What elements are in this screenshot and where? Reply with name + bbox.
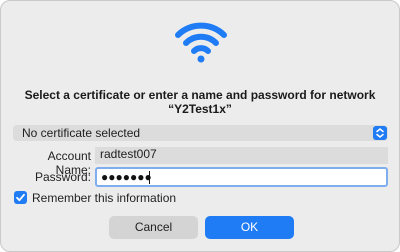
cancel-button[interactable]: Cancel [109, 216, 198, 239]
password-masked-value: ●●●●●●● [101, 170, 152, 184]
chevron-updown-icon[interactable] [373, 126, 387, 140]
dialog-title: Select a certificate or enter a name and… [24, 88, 376, 102]
password-field[interactable]: ●●●●●●● [95, 167, 388, 187]
network-name: “Y2Test1x” [168, 102, 232, 116]
text-caret [149, 171, 150, 184]
wifi-auth-dialog: Select a certificate or enter a name and… [0, 0, 400, 252]
wifi-icon [175, 21, 227, 63]
certificate-select[interactable]: No certificate selected [13, 125, 388, 141]
checkmark-icon [16, 193, 25, 202]
ok-button[interactable]: OK [205, 216, 294, 239]
remember-label: Remember this information [32, 191, 177, 205]
account-name-field[interactable]: radtest007 [95, 147, 388, 164]
password-label: Password: [34, 170, 91, 184]
remember-checkbox[interactable] [14, 191, 27, 204]
certificate-select-value: No certificate selected [22, 126, 141, 140]
